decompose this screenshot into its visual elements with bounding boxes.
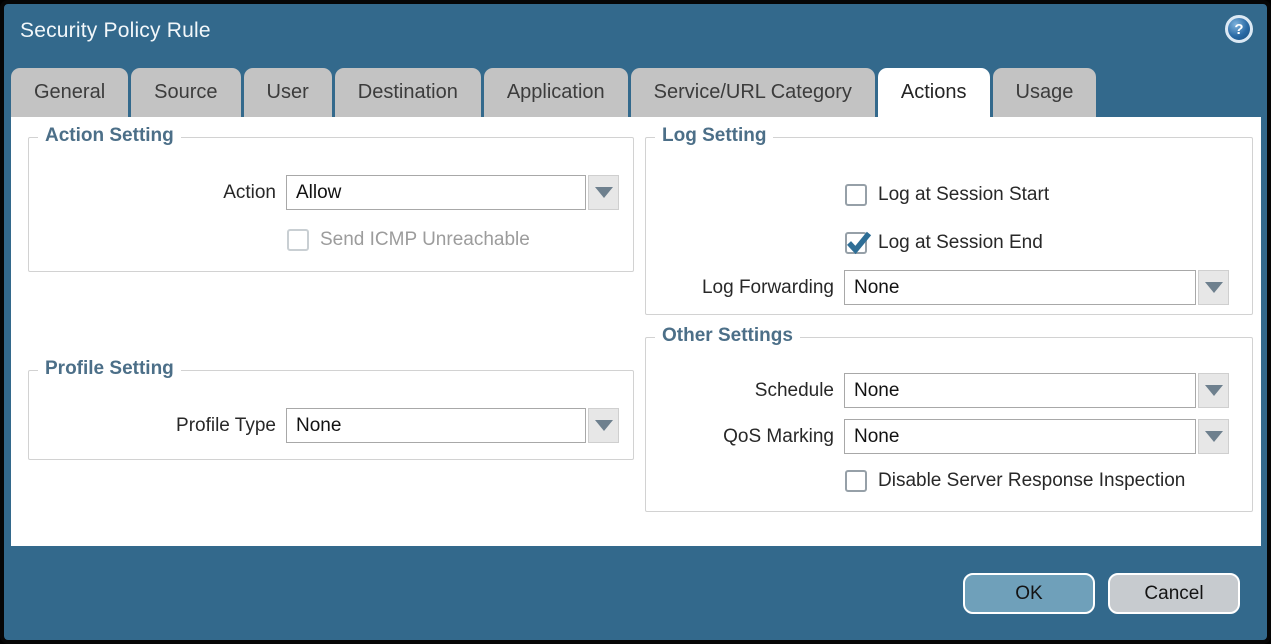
- log-session-start-label[interactable]: Log at Session Start: [878, 184, 1049, 206]
- tab-general[interactable]: General: [11, 68, 128, 117]
- send-icmp-unreachable-label: Send ICMP Unreachable: [320, 229, 530, 251]
- action-row: Action Allow: [29, 175, 619, 210]
- profile-type-dropdown: None: [286, 408, 619, 443]
- log-forwarding-dropdown-button[interactable]: [1198, 270, 1229, 305]
- schedule-dropdown: None: [844, 373, 1229, 408]
- tab-destination[interactable]: Destination: [335, 68, 481, 117]
- triangle-down-icon: [595, 187, 613, 198]
- profile-setting-fieldset: Profile Setting Profile Type None: [28, 370, 634, 460]
- send-icmp-unreachable-row: Send ICMP Unreachable: [287, 228, 530, 252]
- disable-server-response-inspection-checkbox[interactable]: [845, 470, 867, 492]
- action-dropdown-value[interactable]: Allow: [286, 175, 586, 210]
- action-setting-legend: Action Setting: [38, 125, 181, 147]
- tab-bar: General Source User Destination Applicat…: [11, 68, 1096, 117]
- send-icmp-unreachable-checkbox: [287, 229, 309, 251]
- tab-source[interactable]: Source: [131, 68, 240, 117]
- security-policy-rule-dialog: Security Policy Rule ? General Source Us…: [0, 0, 1271, 644]
- cancel-button[interactable]: Cancel: [1108, 573, 1240, 614]
- schedule-dropdown-value[interactable]: None: [844, 373, 1196, 408]
- other-settings-legend: Other Settings: [655, 325, 800, 347]
- triangle-down-icon: [595, 420, 613, 431]
- dialog-title: Security Policy Rule: [20, 19, 211, 43]
- log-session-start-row: Log at Session Start: [845, 183, 1049, 207]
- check-icon: [845, 230, 872, 257]
- schedule-row: Schedule None: [646, 373, 1229, 408]
- triangle-down-icon: [1205, 385, 1223, 396]
- log-forwarding-dropdown: None: [844, 270, 1229, 305]
- qos-marking-dropdown-button[interactable]: [1198, 419, 1229, 454]
- ok-button[interactable]: OK: [963, 573, 1095, 614]
- qos-marking-dropdown: None: [844, 419, 1229, 454]
- profile-type-label: Profile Type: [29, 415, 286, 437]
- profile-type-row: Profile Type None: [29, 408, 619, 443]
- triangle-down-icon: [1205, 431, 1223, 442]
- triangle-down-icon: [1205, 282, 1223, 293]
- action-label: Action: [29, 182, 286, 204]
- log-forwarding-row: Log Forwarding None: [646, 270, 1229, 305]
- schedule-label: Schedule: [646, 380, 844, 402]
- disable-server-response-inspection-row: Disable Server Response Inspection: [845, 469, 1185, 493]
- other-settings-fieldset: Other Settings Schedule None QoS Marking…: [645, 337, 1253, 512]
- profile-type-dropdown-button[interactable]: [588, 408, 619, 443]
- profile-type-dropdown-value[interactable]: None: [286, 408, 586, 443]
- qos-marking-dropdown-value[interactable]: None: [844, 419, 1196, 454]
- disable-server-response-inspection-label[interactable]: Disable Server Response Inspection: [878, 470, 1185, 492]
- log-session-end-label[interactable]: Log at Session End: [878, 232, 1043, 254]
- profile-setting-legend: Profile Setting: [38, 358, 181, 380]
- qos-marking-row: QoS Marking None: [646, 419, 1229, 454]
- log-forwarding-label: Log Forwarding: [646, 277, 844, 299]
- tab-user[interactable]: User: [244, 68, 332, 117]
- log-session-end-checkbox[interactable]: [845, 232, 867, 254]
- help-icon[interactable]: ?: [1225, 15, 1253, 43]
- action-dropdown: Allow: [286, 175, 619, 210]
- log-setting-legend: Log Setting: [655, 125, 773, 147]
- log-setting-fieldset: Log Setting Log at Session Start Log at …: [645, 137, 1253, 315]
- action-setting-fieldset: Action Setting Action Allow Send ICMP Un…: [28, 137, 634, 272]
- log-session-start-checkbox[interactable]: [845, 184, 867, 206]
- tab-application[interactable]: Application: [484, 68, 628, 117]
- log-forwarding-dropdown-value[interactable]: None: [844, 270, 1196, 305]
- log-session-end-row: Log at Session End: [845, 231, 1043, 255]
- schedule-dropdown-button[interactable]: [1198, 373, 1229, 408]
- content-panel: Action Setting Action Allow Send ICMP Un…: [11, 117, 1261, 546]
- action-dropdown-button[interactable]: [588, 175, 619, 210]
- tab-usage[interactable]: Usage: [993, 68, 1097, 117]
- tab-service-url-category[interactable]: Service/URL Category: [631, 68, 875, 117]
- tab-actions[interactable]: Actions: [878, 68, 990, 117]
- qos-marking-label: QoS Marking: [646, 426, 844, 448]
